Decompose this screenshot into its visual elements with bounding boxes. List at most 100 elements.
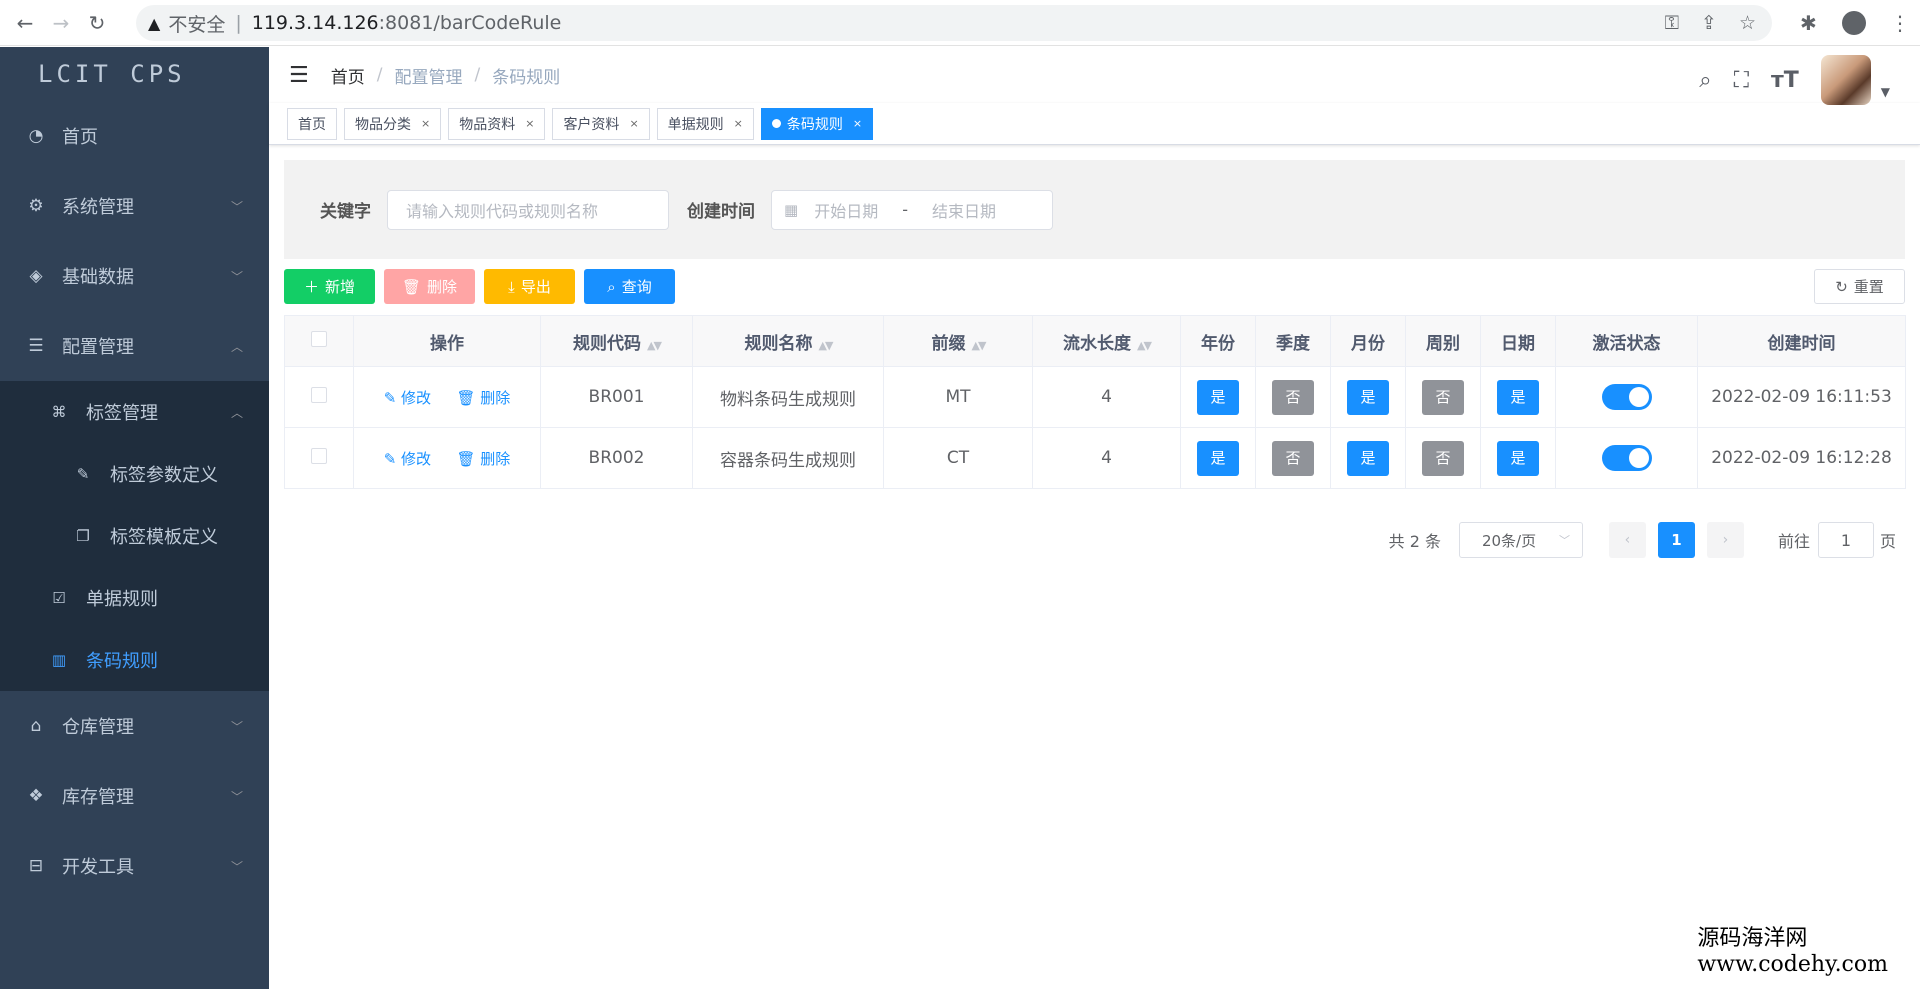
- sidebar-item-home[interactable]: ◔ 首页: [0, 101, 269, 171]
- sidebar-item-doc-rule[interactable]: ☑ 单据规则: [0, 567, 269, 629]
- active-toggle[interactable]: [1601, 384, 1652, 410]
- app-logo[interactable]: LCIT CPS: [0, 47, 269, 101]
- sidebar-item-barcode-rule[interactable]: ▥ 条码规则: [0, 629, 269, 691]
- column-header-sortable[interactable]: 前缀 ▲▼: [883, 315, 1033, 367]
- sidebar-item-label: 库存管理: [62, 787, 134, 808]
- query-button[interactable]: ⌕ 查询: [584, 269, 675, 304]
- tag-item-category[interactable]: 物品分类 ×: [344, 107, 442, 140]
- delete-button[interactable]: 🗑 删除: [384, 269, 475, 304]
- sidebar-item-basic-data[interactable]: ◈ 基础数据 ﹀: [0, 241, 269, 311]
- quarter-flag-badge[interactable]: 否: [1272, 440, 1314, 476]
- end-date-placeholder[interactable]: 结束日期: [932, 198, 996, 222]
- date-range-picker[interactable]: ▦ 开始日期 - 结束日期: [771, 189, 1053, 230]
- column-header-sortable[interactable]: 规则名称 ▲▼: [692, 315, 884, 367]
- sort-icon[interactable]: ▲▼: [972, 339, 987, 352]
- tag-home[interactable]: 首页: [287, 107, 337, 140]
- close-icon[interactable]: ×: [853, 117, 862, 130]
- forward-icon[interactable]: →: [50, 11, 72, 35]
- edit-link[interactable]: ✎ 修改: [384, 389, 431, 407]
- column-header-sortable[interactable]: 流水长度 ▲▼: [1032, 315, 1181, 367]
- column-header-sortable[interactable]: 规则代码 ▲▼: [540, 315, 693, 367]
- week-flag-badge[interactable]: 否: [1422, 379, 1464, 415]
- cell-name: 容器条码生成规则: [692, 427, 884, 489]
- page-size-select[interactable]: 20条/页 ﹀: [1458, 522, 1583, 558]
- chevron-up-icon: ︿: [230, 339, 243, 354]
- plus-icon: ＋: [303, 278, 319, 296]
- row-select-cell: [284, 427, 354, 489]
- breadcrumb-item[interactable]: 首页: [331, 63, 365, 88]
- close-icon[interactable]: ×: [421, 117, 430, 130]
- tag-barcode-rule[interactable]: 条码规则 ×: [760, 107, 874, 140]
- sidebar-item-label-mgmt[interactable]: ⌘ 标签管理 ︿: [0, 381, 269, 443]
- close-icon[interactable]: ×: [734, 117, 743, 130]
- prev-page-button[interactable]: ‹: [1608, 522, 1646, 558]
- fullscreen-icon[interactable]: ⛶: [1734, 68, 1749, 93]
- reload-icon[interactable]: ↻: [86, 11, 108, 35]
- share-icon[interactable]: ⇪: [1701, 12, 1717, 34]
- cell-active: [1555, 427, 1698, 489]
- delete-link[interactable]: 🗑 删除: [456, 450, 510, 468]
- edit-link-label: 修改: [401, 388, 432, 407]
- month-flag-badge[interactable]: 是: [1347, 440, 1389, 476]
- edit-icon: ✎: [383, 388, 397, 407]
- delete-link[interactable]: 🗑 删除: [456, 389, 510, 407]
- profile-icon[interactable]: [1842, 11, 1866, 35]
- font-size-icon[interactable]: тT: [1771, 68, 1799, 93]
- edit-link-label: 修改: [401, 449, 432, 468]
- sidebar-item-label-param[interactable]: ✎ 标签参数定义: [0, 443, 269, 505]
- cell-month: 是: [1330, 366, 1406, 428]
- key-icon[interactable]: ⚿: [1665, 12, 1679, 34]
- sort-icon[interactable]: ▲▼: [819, 339, 834, 352]
- tag-doc-rule[interactable]: 单据规则 ×: [656, 107, 754, 140]
- goto-page-input[interactable]: 1: [1817, 522, 1874, 558]
- sidebar-item-label-template[interactable]: ❐ 标签模板定义: [0, 505, 269, 567]
- active-toggle[interactable]: [1601, 445, 1652, 471]
- quarter-flag-badge[interactable]: 否: [1272, 379, 1314, 415]
- reset-button[interactable]: ↻ 重置: [1814, 269, 1905, 304]
- sidebar-item-config[interactable]: ☰ 配置管理 ︿: [0, 311, 269, 381]
- sidebar-item-label: 配置管理: [62, 337, 134, 358]
- browser-menu-icon[interactable]: ⋮: [1890, 11, 1910, 35]
- sort-icon[interactable]: ▲▼: [1137, 339, 1152, 352]
- back-icon[interactable]: ←: [14, 11, 36, 35]
- close-icon[interactable]: ×: [525, 117, 534, 130]
- extensions-icon[interactable]: ✱: [1800, 11, 1817, 35]
- year-flag-badge[interactable]: 是: [1197, 440, 1239, 476]
- bookmark-star-icon[interactable]: ☆: [1739, 12, 1756, 34]
- breadcrumb-separator: /: [376, 65, 383, 85]
- day-flag-badge[interactable]: 是: [1497, 379, 1539, 415]
- next-page-button[interactable]: ›: [1706, 522, 1744, 558]
- sidebar-item-devtools[interactable]: ⊟ 开发工具 ﹀: [0, 831, 269, 901]
- range-separator: -: [902, 200, 908, 219]
- download-icon: ⤓: [508, 277, 515, 296]
- hamburger-icon[interactable]: ☰: [289, 63, 309, 88]
- month-flag-badge[interactable]: 是: [1347, 379, 1389, 415]
- keyword-input[interactable]: 请输入规则代码或规则名称: [387, 189, 669, 230]
- close-icon[interactable]: ×: [629, 117, 638, 130]
- tag-item-data[interactable]: 物品资料 ×: [448, 107, 546, 140]
- warning-icon[interactable]: ▲: [148, 14, 160, 33]
- week-flag-badge[interactable]: 否: [1422, 440, 1464, 476]
- address-bar[interactable]: ▲ 不安全 | 119.3.14.126 :8081/barCodeRule ⚿…: [136, 5, 1772, 41]
- year-flag-badge[interactable]: 是: [1197, 379, 1239, 415]
- tag-customer-data[interactable]: 客户资料 ×: [552, 107, 650, 140]
- avatar[interactable]: [1820, 55, 1871, 105]
- column-header: 月份: [1330, 315, 1406, 367]
- page-number-current[interactable]: 1: [1657, 522, 1695, 558]
- row-checkbox[interactable]: [311, 447, 327, 464]
- sort-icon[interactable]: ▲▼: [647, 339, 662, 352]
- export-button[interactable]: ⤓ 导出: [484, 269, 575, 304]
- sidebar-item-system[interactable]: ⚙ 系统管理 ﹀: [0, 171, 269, 241]
- search-icon[interactable]: ⌕: [1699, 68, 1711, 93]
- cell-year: 是: [1180, 427, 1256, 489]
- row-checkbox[interactable]: [311, 386, 327, 403]
- start-date-placeholder[interactable]: 开始日期: [814, 198, 878, 222]
- add-button[interactable]: ＋ 新增: [284, 269, 375, 304]
- chevron-up-icon: ︿: [230, 405, 243, 420]
- sidebar-item-inventory[interactable]: ❖ 库存管理 ﹀: [0, 761, 269, 831]
- day-flag-badge[interactable]: 是: [1497, 440, 1539, 476]
- edit-link[interactable]: ✎ 修改: [384, 450, 431, 468]
- caret-down-icon[interactable]: ▼: [1881, 85, 1890, 99]
- sidebar-item-warehouse[interactable]: ⌂ 仓库管理 ﹀: [0, 691, 269, 761]
- select-all-checkbox[interactable]: [311, 330, 327, 347]
